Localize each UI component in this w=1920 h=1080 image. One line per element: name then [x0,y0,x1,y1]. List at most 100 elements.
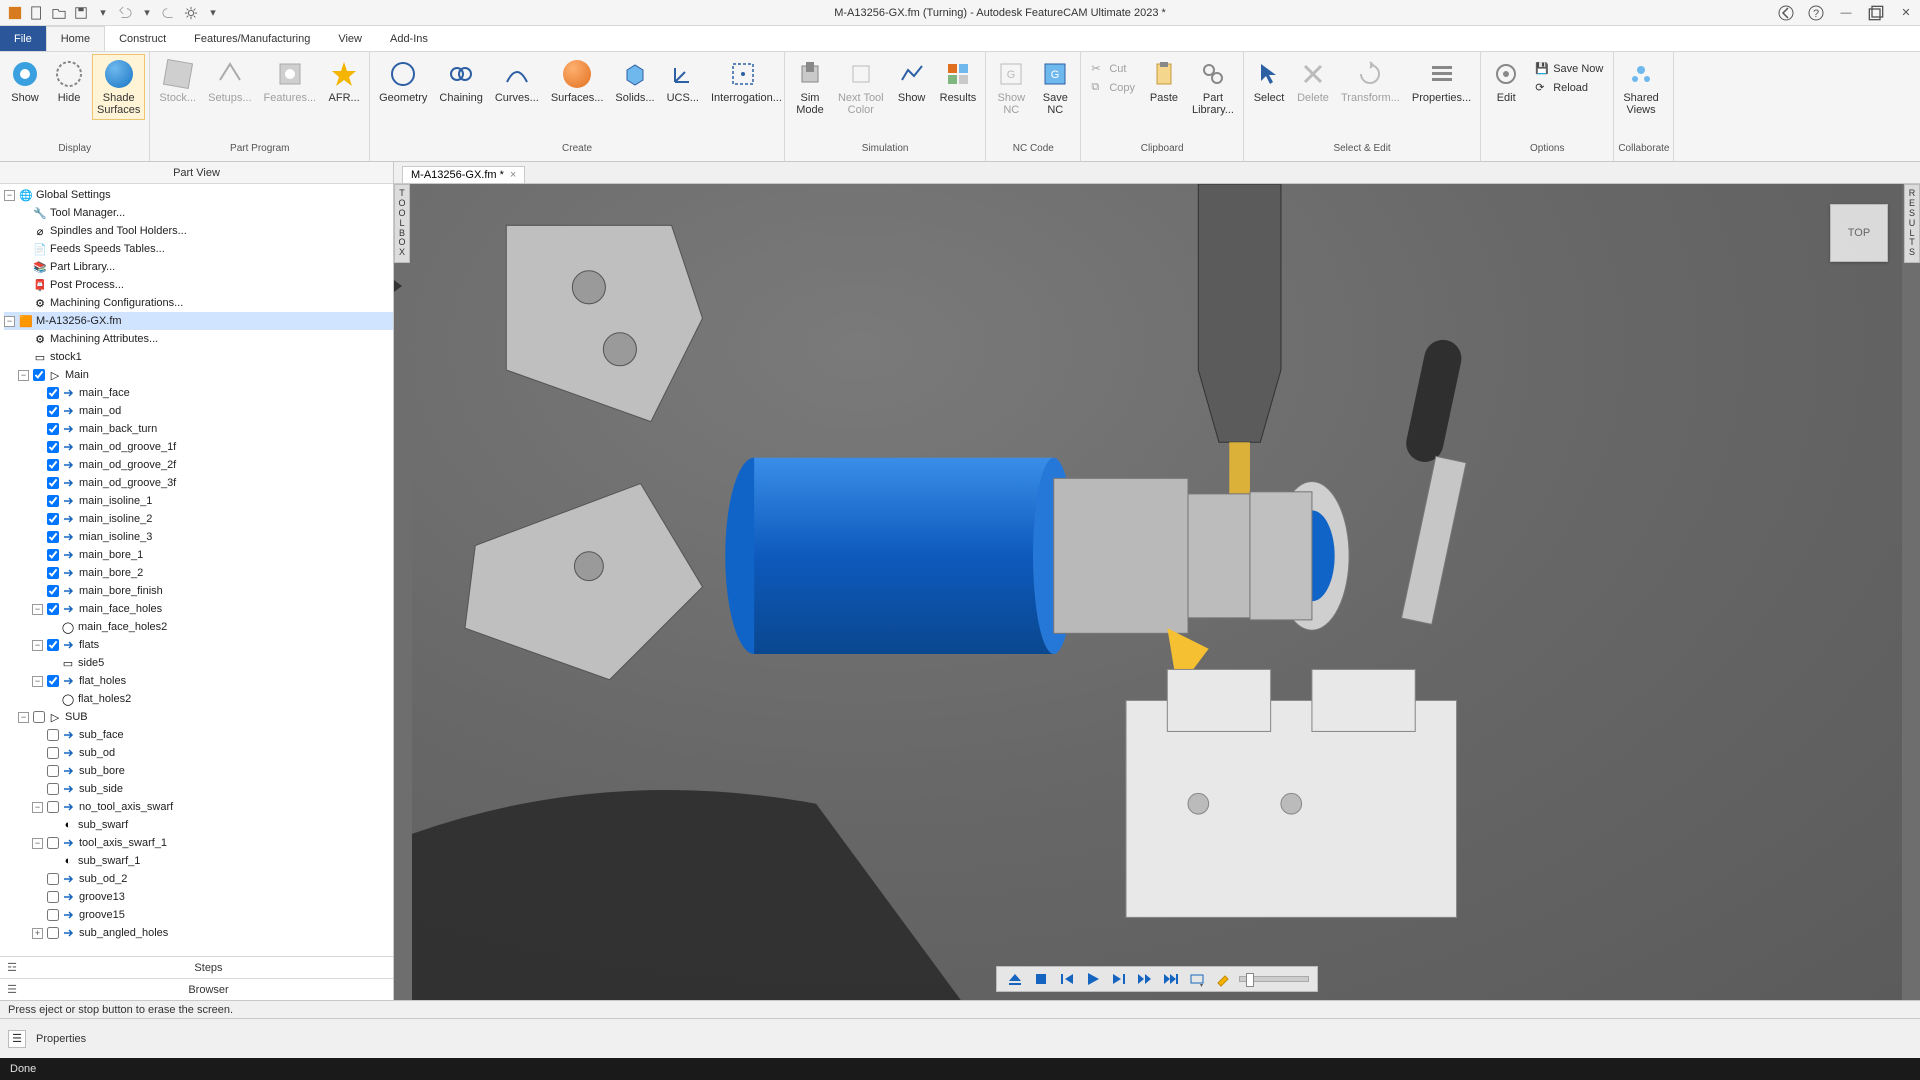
tree-item[interactable]: main_bore_2 [4,564,393,582]
tree-item[interactable]: sub_od_2 [4,870,393,888]
properties-button[interactable]: Properties... [1407,54,1476,108]
tree-checkbox[interactable] [47,927,59,939]
tree-item[interactable]: −tool_axis_swarf_1 [4,834,393,852]
help-back-icon[interactable] [1778,5,1794,21]
tree-item[interactable]: main_back_turn [4,420,393,438]
tree-item[interactable]: −🟧M-A13256-GX.fm [4,312,393,330]
tab-home[interactable]: Home [46,26,105,51]
tree-expand-icon[interactable]: + [32,928,43,939]
tree-item[interactable]: main_bore_finish [4,582,393,600]
step-back-button[interactable] [1057,969,1077,989]
tree-item[interactable]: 📚Part Library... [4,258,393,276]
tree-expand-icon[interactable]: − [32,640,43,651]
tree-checkbox[interactable] [47,513,59,525]
tree-checkbox[interactable] [47,639,59,651]
tree-expand-icon[interactable]: − [32,838,43,849]
tree-checkbox[interactable] [47,675,59,687]
edit-options-button[interactable]: Edit [1485,54,1527,108]
stop-button[interactable] [1031,969,1051,989]
afr-button[interactable]: AFR... [323,54,365,108]
tree-item[interactable]: main_isoline_2 [4,510,393,528]
tree-checkbox[interactable] [33,369,45,381]
tree-item[interactable]: 📮Post Process... [4,276,393,294]
tab-addins[interactable]: Add-Ins [376,26,442,51]
toolbox-tab[interactable]: T O O L B O X [394,184,410,263]
tree-item[interactable]: main_od_groove_3f [4,474,393,492]
properties-icon[interactable]: ☰ [8,1030,26,1048]
tree-checkbox[interactable] [47,495,59,507]
sim-mode-button[interactable]: Sim Mode [789,54,831,120]
tree-item[interactable]: sub_side [4,780,393,798]
tree-expand-icon[interactable]: − [4,316,15,327]
tree-expand-icon[interactable]: − [32,802,43,813]
tree-item[interactable]: main_bore_1 [4,546,393,564]
show-nc-button[interactable]: GShow NC [990,54,1032,120]
slider-thumb[interactable] [1246,973,1254,987]
show-button[interactable]: Show [4,54,46,108]
tree-checkbox[interactable] [47,909,59,921]
region-dropdown-button[interactable] [1187,969,1207,989]
ucs-button[interactable]: UCS... [662,54,704,108]
transform-button[interactable]: Transform... [1336,54,1405,108]
next-tool-color-button[interactable]: Next Tool Color [833,54,889,120]
tree-item[interactable]: −no_tool_axis_swarf [4,798,393,816]
tree-checkbox[interactable] [47,477,59,489]
tree-item[interactable]: sub_bore [4,762,393,780]
delete-button[interactable]: Delete [1292,54,1334,108]
tab-view[interactable]: View [324,26,376,51]
copy-button[interactable]: ⧉Copy [1085,79,1141,97]
tree-checkbox[interactable] [47,549,59,561]
stock-button[interactable]: Stock... [154,54,201,108]
tree-checkbox[interactable] [47,891,59,903]
tree-item[interactable]: ◯flat_holes2 [4,690,393,708]
tree-checkbox[interactable] [47,567,59,579]
tree-item[interactable]: groove15 [4,906,393,924]
toolbox-expand-icon[interactable] [394,280,402,292]
tree-expand-icon[interactable]: − [32,676,43,687]
tree-item[interactable]: ◯main_face_holes2 [4,618,393,636]
shade-surfaces-button[interactable]: Shade Surfaces [92,54,145,120]
tree-item[interactable]: sub_face [4,726,393,744]
step-forward-button[interactable] [1109,969,1129,989]
sim-show-button[interactable]: Show [891,54,933,108]
tree-checkbox[interactable] [47,531,59,543]
tree-checkbox[interactable] [33,711,45,723]
doc-tab-close-icon[interactable]: × [510,169,516,181]
open-icon[interactable] [50,4,68,22]
tree-expand-icon[interactable]: − [32,604,43,615]
shared-views-button[interactable]: Shared Views [1618,54,1663,120]
tree-checkbox[interactable] [47,459,59,471]
viewport-3d[interactable]: T O O L B O X R E S U L T S TOP [394,184,1920,1000]
tree-item[interactable]: ⌀Spindles and Tool Holders... [4,222,393,240]
speed-slider[interactable] [1239,976,1309,982]
skip-end-button[interactable] [1161,969,1181,989]
tree-item[interactable]: mian_isoline_3 [4,528,393,546]
new-icon[interactable] [28,4,46,22]
tree-item[interactable]: main_od [4,402,393,420]
tree-item[interactable]: ⚙Machining Attributes... [4,330,393,348]
tree-item[interactable]: sub_od [4,744,393,762]
tree-item[interactable]: ◐sub_swarf_1 [4,852,393,870]
tree-item[interactable]: 🔧Tool Manager... [4,204,393,222]
settings-dropdown-icon[interactable]: ▾ [204,4,222,22]
browser-row[interactable]: ☰ Browser [0,978,393,1000]
tree-checkbox[interactable] [47,873,59,885]
tab-features-manufacturing[interactable]: Features/Manufacturing [180,26,324,51]
tree-item[interactable]: +sub_angled_holes [4,924,393,942]
tree-checkbox[interactable] [47,765,59,777]
tree-item[interactable]: ▭side5 [4,654,393,672]
tree-item[interactable]: 📄Feeds Speeds Tables... [4,240,393,258]
reload-button[interactable]: ⟳Reload [1529,79,1609,97]
settings-icon[interactable] [182,4,200,22]
features-button[interactable]: Features... [259,54,322,108]
save-now-button[interactable]: 💾Save Now [1529,60,1609,78]
tree-expand-icon[interactable]: − [4,190,15,201]
save-nc-button[interactable]: GSave NC [1034,54,1076,120]
undo-dropdown-icon[interactable]: ▾ [138,4,156,22]
fast-forward-button[interactable] [1135,969,1155,989]
close-icon[interactable]: ✕ [1898,5,1914,21]
tree-item[interactable]: main_od_groove_1f [4,438,393,456]
steps-row[interactable]: ☲ Steps [0,956,393,978]
paste-button[interactable]: Paste [1143,54,1185,108]
tab-file[interactable]: File [0,26,46,51]
